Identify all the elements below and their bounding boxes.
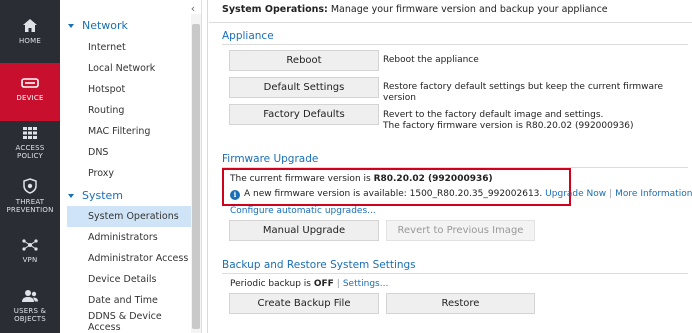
sidebar-item-date-and-time[interactable]: Date and Time [67,290,191,311]
sidebar-item-proxy[interactable]: Proxy [67,163,191,184]
nav-home[interactable]: HOME [0,18,60,58]
sidebar-group-system[interactable]: System [68,189,123,202]
nav-threat-prevention[interactable]: THREAT PREVENTION [0,178,60,222]
users-icon [22,290,38,302]
nav-vpn[interactable]: VPN [0,238,60,272]
backup-settings-link[interactable]: Settings... [343,279,389,289]
nav-users-objects-label: USERS & OBJECTS [13,307,47,323]
network-icon [22,239,38,251]
reboot-description: Reboot the appliance [383,55,479,65]
sidebar-item-routing[interactable]: Routing [67,100,191,121]
home-icon [23,19,37,32]
section-divider [222,273,688,274]
restore-button[interactable]: Restore [386,293,535,314]
sidebar-group-system-label: System [82,189,124,202]
sidebar-item-administrator-access[interactable]: Administrator Access [67,248,191,269]
page-subtitle: Manage your firmware version and backup … [327,4,608,15]
status-separator: | [336,279,340,289]
header-divider [209,22,692,23]
section-title-appliance: Appliance [222,30,274,42]
page-header: System Operations: Manage your firmware … [222,4,608,15]
factory-defaults-description-line-2: The factory firmware version is R80.20.0… [383,121,634,131]
sidebar-item-mac-filtering[interactable]: MAC Filtering [67,121,191,142]
manual-upgrade-button[interactable]: Manual Upgrade [229,220,379,241]
sidebar-item-hotspot[interactable]: Hotspot [67,79,191,100]
sidebar-item-dns[interactable]: DNS [67,142,191,163]
nav-home-label: HOME [18,37,42,45]
nav-threat-prevention-label: THREAT PREVENTION [6,198,54,214]
factory-defaults-description: Revert to the factory default image and … [383,110,634,132]
new-firmware-notice: i A new firmware version is available: 15… [230,189,692,200]
expand-triangle-icon [68,193,74,198]
default-settings-button[interactable]: Default Settings [229,77,379,98]
nav-users-objects[interactable]: USERS & OBJECTS [0,289,60,331]
create-backup-file-button[interactable]: Create Backup File [229,293,379,314]
default-settings-description: Restore factory default settings but kee… [383,82,664,103]
shield-icon [23,178,37,194]
content-border [207,0,208,333]
nav-access-policy[interactable]: ACCESS POLICY [0,126,60,168]
factory-defaults-button[interactable]: Factory Defaults [229,104,379,125]
nav-vpn-label: VPN [22,256,38,264]
sidebar-scrollbar-thumb[interactable] [192,24,200,329]
sidebar-item-device-details[interactable]: Device Details [67,269,191,290]
page-title: System Operations: [222,4,328,15]
device-icon [21,78,39,88]
sidebar-item-administrators[interactable]: Administrators [67,227,191,248]
configure-automatic-upgrades-link[interactable]: Configure automatic upgrades... [230,206,376,217]
factory-defaults-description-line-1: Revert to the factory default image and … [383,110,604,120]
section-title-backup-restore: Backup and Restore System Settings [222,259,416,271]
revert-to-previous-image-button: Revert to Previous Image [386,220,535,241]
nav-device[interactable]: DEVICE [0,63,60,121]
new-firmware-text: A new firmware version is available: 150… [244,189,543,199]
link-separator: | [609,189,613,199]
upgrade-now-link[interactable]: Upgrade Now [545,189,606,199]
section-divider [222,44,688,45]
sidebar-group-network-label: Network [82,19,128,32]
main-navigation: HOME DEVICE ACCESS POLICY THREAT PREVENT… [0,0,60,333]
current-firmware-value: R80.20.02 (992000936) [373,174,493,184]
sidebar-item-local-network[interactable]: Local Network [67,58,191,79]
current-firmware-prefix: The current firmware version is [230,174,374,184]
more-information-link[interactable]: More Information [615,189,692,199]
sidebar-item-ddns-device-access[interactable]: DDNS & Device Access [67,311,191,333]
periodic-backup-state: OFF [313,279,334,289]
nav-access-policy-label: ACCESS POLICY [15,144,45,160]
nav-device-label: DEVICE [16,94,44,102]
sidebar-item-system-operations[interactable]: System Operations [67,206,191,227]
expand-triangle-icon [68,23,74,28]
sidebar-item-internet[interactable]: Internet [67,37,191,58]
info-icon: i [230,189,240,200]
grid-icon [23,127,37,139]
sidebar-group-network[interactable]: Network [68,19,128,32]
reboot-button[interactable]: Reboot [229,50,379,71]
section-title-firmware-upgrade: Firmware Upgrade [222,153,319,165]
current-firmware-version: The current firmware version is R80.20.0… [230,174,493,185]
periodic-backup-prefix: Periodic backup is [230,279,314,289]
periodic-backup-status: Periodic backup is OFF | Settings... [230,279,388,290]
